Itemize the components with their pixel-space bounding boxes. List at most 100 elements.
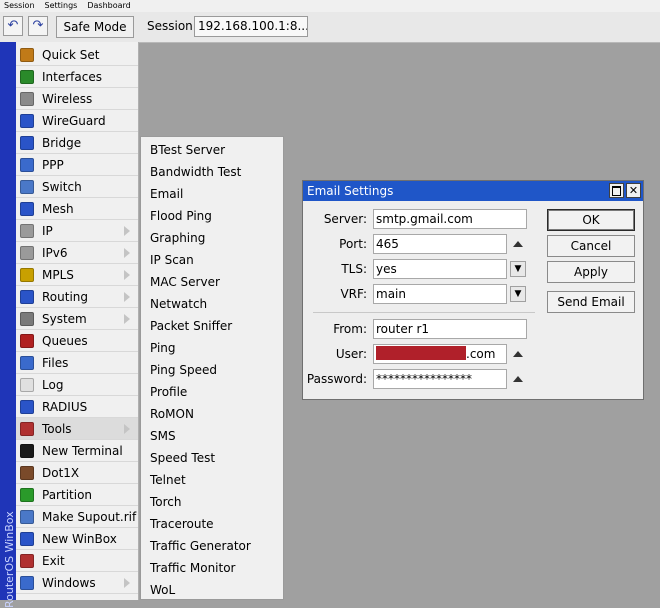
sidebar-item-files[interactable]: Files <box>16 352 138 374</box>
apply-button[interactable]: Apply <box>547 261 635 283</box>
menu-session[interactable]: Session <box>4 1 35 10</box>
undo-icon[interactable]: ↶ <box>3 16 23 36</box>
from-field[interactable]: router r1 <box>373 319 527 339</box>
cancel-button[interactable]: Cancel <box>547 235 635 257</box>
dot1x-icon <box>20 466 34 480</box>
maximize-icon[interactable] <box>609 183 624 198</box>
user-suffix: .com <box>466 347 496 361</box>
tools-menu-item-telnet[interactable]: Telnet <box>150 473 186 487</box>
ok-button[interactable]: OK <box>547 209 635 231</box>
close-icon[interactable]: ✕ <box>626 183 641 198</box>
server-field[interactable]: smtp.gmail.com <box>373 209 527 229</box>
sidebar-item-label: Interfaces <box>42 70 102 84</box>
tools-menu-item-wol[interactable]: WoL <box>150 583 175 597</box>
sidebar-item-tools[interactable]: Tools <box>16 418 138 440</box>
tools-menu-item-profile[interactable]: Profile <box>150 385 187 399</box>
sidebar-item-partition[interactable]: Partition <box>16 484 138 506</box>
log-icon <box>20 378 34 392</box>
sidebar-item-label: Windows <box>42 576 96 590</box>
tools-menu-item-email[interactable]: Email <box>150 187 183 201</box>
tls-select[interactable]: yes <box>373 259 507 279</box>
sidebar-item-mesh[interactable]: Mesh <box>16 198 138 220</box>
submenu-arrow-icon <box>124 226 130 236</box>
bridge-icon <box>20 136 34 150</box>
tools-menu-item-sms[interactable]: SMS <box>150 429 176 443</box>
sidebar-item-label: System <box>42 312 87 326</box>
sidebar-item-mpls[interactable]: MPLS <box>16 264 138 286</box>
sidebar-item-quick-set[interactable]: Quick Set <box>16 44 138 66</box>
sidebar-item-label: RADIUS <box>42 400 88 414</box>
sidebar-item-system[interactable]: System <box>16 308 138 330</box>
sidebar-item-wireless[interactable]: Wireless <box>16 88 138 110</box>
password-field[interactable]: **************** <box>373 369 507 389</box>
tools-menu-item-flood-ping[interactable]: Flood Ping <box>150 209 212 223</box>
interfaces-icon <box>20 70 34 84</box>
dialog-title: Email Settings <box>307 184 394 198</box>
sidebar-item-log[interactable]: Log <box>16 374 138 396</box>
submenu-arrow-icon <box>124 578 130 588</box>
tools-menu-item-traceroute[interactable]: Traceroute <box>150 517 214 531</box>
sidebar-item-label: IPv6 <box>42 246 68 260</box>
vrf-label: VRF: <box>340 287 367 301</box>
password-collapse-icon[interactable] <box>513 376 523 382</box>
sidebar-item-label: MPLS <box>42 268 74 282</box>
radius-icon <box>20 400 34 414</box>
tools-menu-item-romon[interactable]: RoMON <box>150 407 194 421</box>
menu-settings[interactable]: Settings <box>45 1 78 10</box>
sidebar-item-label: Partition <box>42 488 93 502</box>
tools-menu-item-traffic-generator[interactable]: Traffic Generator <box>150 539 251 553</box>
sidebar-item-new-terminal[interactable]: New Terminal <box>16 440 138 462</box>
tls-dropdown-icon[interactable]: ▼ <box>510 261 526 277</box>
sidebar-item-radius[interactable]: RADIUS <box>16 396 138 418</box>
tools-menu-item-speed-test[interactable]: Speed Test <box>150 451 215 465</box>
vrf-select[interactable]: main <box>373 284 507 304</box>
email-settings-dialog: Email Settings ✕ Server: smtp.gmail.com … <box>302 180 644 400</box>
sidebar-item-label: New WinBox <box>42 532 117 546</box>
safe-mode-button[interactable]: Safe Mode <box>56 16 134 38</box>
sidebar-item-label: Dot1X <box>42 466 80 480</box>
port-field[interactable]: 465 <box>373 234 507 254</box>
sidebar-item-ipv6[interactable]: IPv6 <box>16 242 138 264</box>
tools-menu-item-graphing[interactable]: Graphing <box>150 231 205 245</box>
port-collapse-icon[interactable] <box>513 241 523 247</box>
tools-menu-item-ping[interactable]: Ping <box>150 341 176 355</box>
sidebar-item-queues[interactable]: Queues <box>16 330 138 352</box>
sidebar-item-label: Mesh <box>42 202 74 216</box>
user-collapse-icon[interactable] <box>513 351 523 357</box>
sidebar-item-ip[interactable]: IP <box>16 220 138 242</box>
tools-menu-item-bandwidth-test[interactable]: Bandwidth Test <box>150 165 241 179</box>
sidebar-item-label: Exit <box>42 554 65 568</box>
tls-label: TLS: <box>341 262 367 276</box>
sidebar-item-switch[interactable]: Switch <box>16 176 138 198</box>
tools-menu-item-traffic-monitor[interactable]: Traffic Monitor <box>150 561 235 575</box>
sidebar-item-label: New Terminal <box>42 444 123 458</box>
tools-menu-item-ip-scan[interactable]: IP Scan <box>150 253 194 267</box>
sidebar-item-interfaces[interactable]: Interfaces <box>16 66 138 88</box>
send-email-button[interactable]: Send Email <box>547 291 635 313</box>
sidebar-item-ppp[interactable]: PPP <box>16 154 138 176</box>
sidebar-item-routing[interactable]: Routing <box>16 286 138 308</box>
sidebar-item-label: WireGuard <box>42 114 106 128</box>
sidebar-item-wireguard[interactable]: WireGuard <box>16 110 138 132</box>
server-label: Server: <box>323 212 367 226</box>
sidebar-item-new-winbox[interactable]: New WinBox <box>16 528 138 550</box>
user-field[interactable]: .com <box>373 344 507 364</box>
sidebar-item-make-supout-rif[interactable]: Make Supout.rif <box>16 506 138 528</box>
exit-icon <box>20 554 34 568</box>
sidebar-item-dot1x[interactable]: Dot1X <box>16 462 138 484</box>
menu-dashboard[interactable]: Dashboard <box>87 1 130 10</box>
sidebar-item-bridge[interactable]: Bridge <box>16 132 138 154</box>
redo-icon[interactable]: ↷ <box>28 16 48 36</box>
sidebar-item-windows[interactable]: Windows <box>16 572 138 594</box>
sidebar-item-label: Quick Set <box>42 48 100 62</box>
sidebar-item-label: Log <box>42 378 64 392</box>
tools-menu-item-netwatch[interactable]: Netwatch <box>150 297 207 311</box>
tools-menu-item-torch[interactable]: Torch <box>150 495 182 509</box>
vrf-dropdown-icon[interactable]: ▼ <box>510 286 526 302</box>
tools-menu-item-btest-server[interactable]: BTest Server <box>150 143 225 157</box>
tools-menu-item-mac-server[interactable]: MAC Server <box>150 275 220 289</box>
sidebar-item-exit[interactable]: Exit <box>16 550 138 572</box>
dialog-title-bar[interactable]: Email Settings ✕ <box>303 181 643 201</box>
tools-menu-item-ping-speed[interactable]: Ping Speed <box>150 363 217 377</box>
tools-menu-item-packet-sniffer[interactable]: Packet Sniffer <box>150 319 232 333</box>
